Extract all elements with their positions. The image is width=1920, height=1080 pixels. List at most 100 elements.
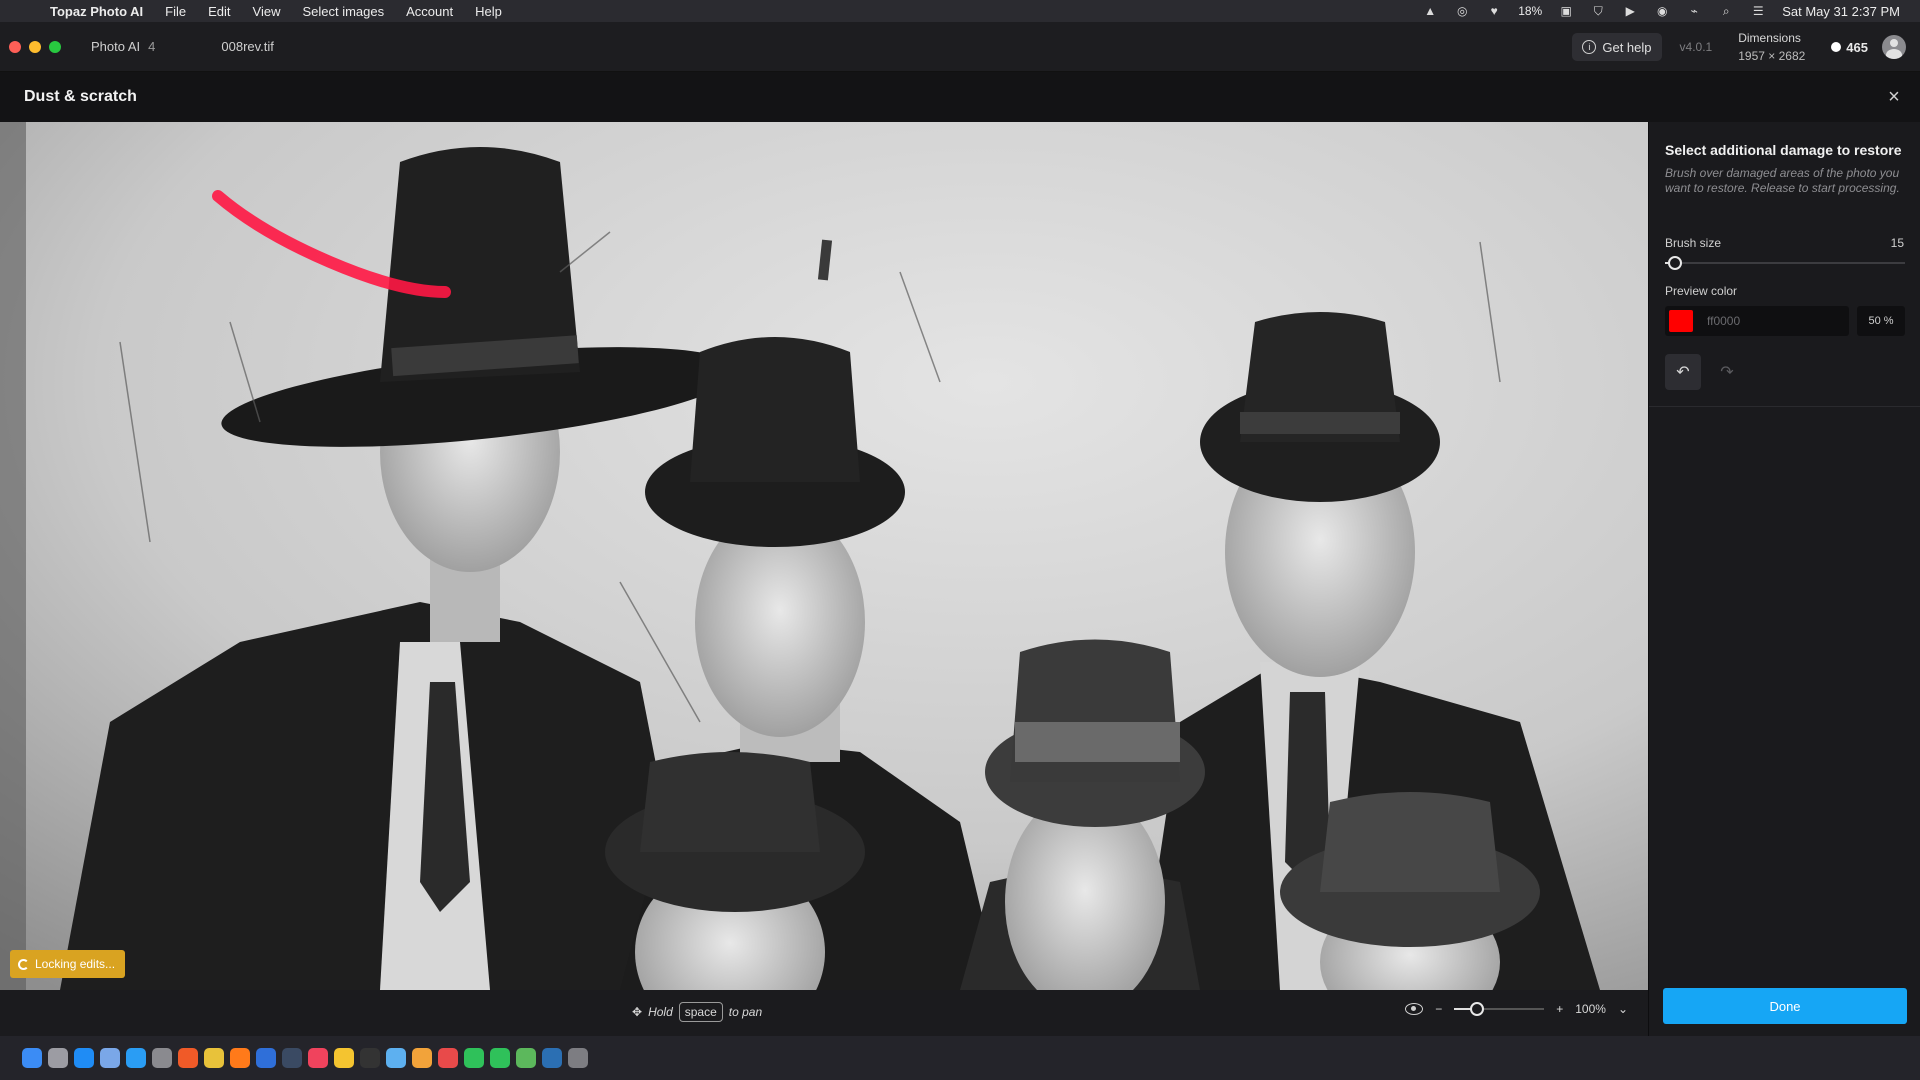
panel-header: Dust & scratch × xyxy=(0,72,1920,122)
credits-value: 465 xyxy=(1846,39,1868,55)
window-controls xyxy=(9,40,61,53)
brush-size-label: Brush size xyxy=(1665,236,1722,250)
zoom-slider[interactable] xyxy=(1454,1002,1545,1016)
panel-title: Dust & scratch xyxy=(24,88,137,105)
topaz-icon[interactable] xyxy=(542,1048,562,1068)
upload-status-icon[interactable]: ▲ xyxy=(1422,4,1438,18)
eye-icon[interactable] xyxy=(1405,1003,1424,1015)
menu-bar-status: ▲ ◎ ♥ 18% ▣ ⛉ ▶ ◉ ⌁ ⌕ ☰ Sat May 31 2:37 … xyxy=(1422,0,1900,22)
menu-view[interactable]: View xyxy=(253,4,281,19)
photos-icon[interactable] xyxy=(412,1048,432,1068)
color-hex-value: ff0000 xyxy=(1707,314,1741,328)
facetime-icon[interactable] xyxy=(490,1048,510,1068)
divider xyxy=(1649,406,1920,407)
trash-icon[interactable] xyxy=(568,1048,588,1068)
control-center-icon[interactable]: ☰ xyxy=(1750,4,1766,18)
pan-hint: ✥ Hold space to pan xyxy=(632,1002,762,1022)
calendar-icon[interactable] xyxy=(438,1048,458,1068)
menu-app-name[interactable]: Topaz Photo AI xyxy=(50,4,143,19)
locking-edits-label: Locking edits... xyxy=(35,957,116,971)
chrome-icon[interactable] xyxy=(204,1048,224,1068)
dimensions-label: Dimensions xyxy=(1738,31,1801,45)
get-help-label: Get help xyxy=(1602,39,1652,55)
menu-select-images[interactable]: Select images xyxy=(302,4,384,19)
get-help-button[interactable]: i Get help xyxy=(1572,33,1662,61)
brush-size-handle[interactable] xyxy=(1667,256,1682,270)
brush-size-value: 15 xyxy=(1890,236,1904,250)
undo-button[interactable]: ↶ xyxy=(1665,354,1701,390)
user-status-icon[interactable]: ◉ xyxy=(1654,4,1670,18)
brave-icon[interactable] xyxy=(178,1048,198,1068)
locking-edits-badge: Locking edits... xyxy=(10,950,126,978)
zoom-in-icon[interactable]: + xyxy=(1556,1002,1563,1016)
info-icon: i xyxy=(1582,40,1597,54)
launchpad-icon[interactable] xyxy=(48,1048,68,1068)
firefox-icon[interactable] xyxy=(230,1048,250,1068)
window-close-button[interactable] xyxy=(9,40,21,53)
move-icon: ✥ xyxy=(632,1005,643,1019)
canvas-toolbar: ✥ Hold space to pan − + 100% ⌄ xyxy=(0,990,1648,1036)
app-store-icon[interactable] xyxy=(74,1048,94,1068)
window-zoom-button[interactable] xyxy=(49,40,61,53)
system-settings-icon[interactable] xyxy=(152,1048,172,1068)
app-major-version: 4 xyxy=(148,39,156,54)
mail-icon[interactable] xyxy=(100,1048,120,1068)
color-opacity-field[interactable]: 50 % xyxy=(1857,306,1905,336)
app-label: Photo AI xyxy=(91,39,141,54)
pan-hint-hold: Hold xyxy=(648,1005,673,1019)
zoom-slider-handle[interactable] xyxy=(1469,1002,1484,1016)
preview-icon[interactable] xyxy=(386,1048,406,1068)
side-panel: Select additional damage to restore Brus… xyxy=(1648,122,1920,1036)
notes-icon[interactable] xyxy=(334,1048,354,1068)
side-panel-title: Select additional damage to restore xyxy=(1665,142,1902,158)
color-swatch[interactable] xyxy=(1669,310,1693,332)
music-icon[interactable] xyxy=(308,1048,328,1068)
preview-color-field[interactable]: ff0000 xyxy=(1665,306,1849,336)
photo-preview xyxy=(0,122,1648,990)
bridge-icon[interactable] xyxy=(282,1048,302,1068)
zoom-value[interactable]: 100% xyxy=(1575,1002,1606,1016)
spotlight-search-icon[interactable]: ⌕ xyxy=(1718,4,1734,18)
window-minimize-button[interactable] xyxy=(29,40,41,53)
messages-icon[interactable] xyxy=(464,1048,484,1068)
dimensions-value: 1957 × 2682 xyxy=(1738,49,1806,63)
redo-button[interactable]: ↷ xyxy=(1709,354,1745,390)
maps-icon[interactable] xyxy=(516,1048,536,1068)
chevron-down-icon[interactable]: ⌄ xyxy=(1618,1002,1628,1016)
creative-cloud-icon[interactable]: ◎ xyxy=(1454,4,1470,18)
zoom-out-icon[interactable]: − xyxy=(1435,1002,1442,1016)
menu-edit[interactable]: Edit xyxy=(208,4,230,19)
file-name: 008rev.tif xyxy=(221,39,274,54)
terminal-icon[interactable] xyxy=(360,1048,380,1068)
menu-bar-clock[interactable]: Sat May 31 2:37 PM xyxy=(1782,4,1900,19)
credits-counter[interactable]: 465 xyxy=(1831,40,1868,55)
redo-icon: ↷ xyxy=(1720,364,1734,381)
undo-icon: ↶ xyxy=(1676,364,1690,381)
safari-icon[interactable] xyxy=(126,1048,146,1068)
menu-help[interactable]: Help xyxy=(475,4,502,19)
keyboard-status-icon[interactable]: ▣ xyxy=(1558,4,1574,18)
image-canvas[interactable]: Locking edits... xyxy=(0,122,1648,990)
version-label: v4.0.1 xyxy=(1679,40,1713,54)
battery-percent[interactable]: 18% xyxy=(1518,4,1542,18)
menu-account[interactable]: Account xyxy=(406,4,453,19)
dock xyxy=(0,1036,1920,1080)
close-icon[interactable]: × xyxy=(1882,85,1906,109)
title-bar-right: i Get help v4.0.1 Dimensions 1957 × 2682… xyxy=(1572,22,1906,72)
photoshop-icon[interactable] xyxy=(256,1048,276,1068)
shield-status-icon[interactable]: ⛉ xyxy=(1590,4,1606,18)
pan-hint-to-pan: to pan xyxy=(728,1005,763,1019)
brush-size-slider[interactable] xyxy=(1665,256,1905,270)
heart-status-icon[interactable]: ♥ xyxy=(1486,4,1502,18)
wifi-off-icon[interactable]: ⌁ xyxy=(1686,4,1702,18)
space-key: space xyxy=(678,1002,723,1022)
spinner-icon xyxy=(18,958,29,970)
menu-file[interactable]: File xyxy=(165,4,186,19)
menu-bar: Topaz Photo AI File Edit View Select ima… xyxy=(0,0,1920,22)
play-status-icon[interactable]: ▶ xyxy=(1622,4,1638,18)
finder-icon[interactable] xyxy=(22,1048,42,1068)
dimensions-display: Dimensions 1957 × 2682 xyxy=(1738,29,1805,65)
done-button[interactable]: Done xyxy=(1663,988,1907,1024)
avatar[interactable] xyxy=(1882,35,1906,59)
zoom-controls: − + 100% ⌄ xyxy=(1405,1002,1628,1016)
